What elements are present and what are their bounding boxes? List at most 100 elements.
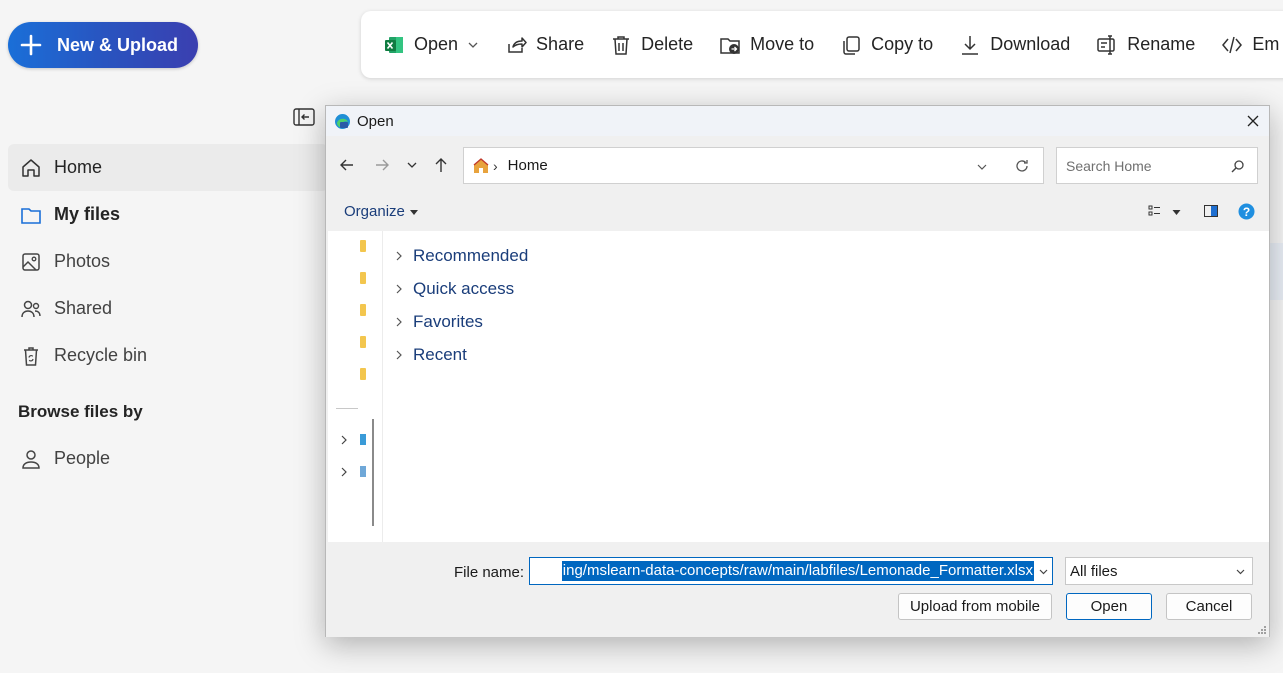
open-button[interactable]: Open — [1066, 593, 1152, 620]
folder-icon[interactable] — [360, 304, 366, 316]
back-icon[interactable] — [338, 156, 356, 174]
dialog-toolbar: Organize ? — [326, 194, 1269, 230]
location-tree: Recommended Quick access Favorites Recen… — [394, 239, 528, 371]
file-name-label: File name: — [454, 564, 525, 581]
nav-item-home[interactable]: Home — [8, 144, 328, 191]
rename-label: Rename — [1127, 34, 1196, 54]
recent-locations-icon[interactable] — [406, 156, 418, 174]
svg-text:?: ? — [1243, 205, 1250, 219]
dialog-footer: File name: ing/mslearn-data-concepts/raw… — [326, 542, 1269, 637]
organize-menu[interactable]: Organize — [344, 203, 418, 220]
new-upload-button[interactable]: New & Upload — [8, 22, 198, 68]
excel-icon — [385, 36, 403, 53]
share-button[interactable]: Share — [505, 34, 584, 56]
embed-button[interactable]: Em — [1221, 34, 1279, 56]
network-icon[interactable] — [360, 466, 366, 477]
drive-icon[interactable] — [360, 434, 366, 445]
forward-icon[interactable] — [373, 156, 391, 174]
left-nav: Home My files Photos Shared Recycle bin — [8, 144, 328, 379]
photos-icon — [22, 252, 40, 271]
selected-row-strip — [1268, 243, 1283, 300]
chevron-down-icon[interactable] — [976, 161, 988, 173]
chevron-right-icon — [396, 317, 402, 326]
share-label: Share — [536, 34, 585, 54]
organize-label: Organize — [344, 203, 405, 220]
open-button[interactable]: Open — [383, 34, 479, 56]
chevron-right-icon — [396, 251, 402, 260]
search-icon — [1231, 160, 1244, 173]
tree-label: Recent — [413, 344, 467, 364]
folder-icon — [21, 207, 41, 224]
rename-icon — [1097, 34, 1116, 55]
edge-browser-icon — [335, 113, 350, 129]
tree-item-favorites[interactable]: Favorites — [394, 305, 528, 338]
command-bar: Open Share Delete Move to Copy to Downlo… — [361, 11, 1283, 78]
copy-to-button[interactable]: Copy to — [840, 34, 933, 56]
person-icon — [22, 449, 40, 469]
view-options-icon[interactable] — [1148, 203, 1162, 219]
tree-item-quick-access[interactable]: Quick access — [394, 272, 528, 305]
folder-icon[interactable] — [360, 240, 366, 252]
browse-files-heading: Browse files by — [18, 402, 143, 421]
download-button[interactable]: Download — [959, 34, 1070, 56]
home-icon — [473, 157, 489, 173]
tree-label: Favorites — [413, 311, 483, 331]
chevron-down-icon — [1236, 569, 1245, 575]
open-dialog: Open › Home Search Home Organize ? Recom… — [325, 105, 1270, 637]
folder-icon[interactable] — [360, 368, 366, 380]
address-row: › Home Search Home — [326, 136, 1269, 194]
close-icon[interactable] — [1243, 111, 1263, 131]
cancel-button[interactable]: Cancel — [1166, 593, 1252, 620]
tree-item-recent[interactable]: Recent — [394, 338, 528, 371]
move-to-button[interactable]: Move to — [719, 34, 814, 56]
browse-section: People — [8, 435, 328, 482]
file-name-input[interactable]: ing/mslearn-data-concepts/raw/main/labfi… — [529, 557, 1053, 585]
nav-item-shared[interactable]: Shared — [8, 285, 328, 332]
open-label: Open — [414, 34, 459, 54]
preview-pane-icon[interactable] — [1203, 203, 1219, 219]
chevron-right-icon — [396, 350, 402, 359]
nav-label: People — [54, 448, 111, 468]
address-bar[interactable]: › Home — [463, 147, 1044, 184]
search-placeholder: Search Home — [1066, 157, 1152, 174]
nav-item-people[interactable]: People — [8, 435, 328, 482]
folder-icon[interactable] — [360, 272, 366, 284]
move-to-icon — [720, 37, 740, 54]
up-icon[interactable] — [432, 156, 450, 174]
delete-label: Delete — [641, 34, 694, 54]
breadcrumb-home[interactable]: Home — [508, 157, 548, 174]
nav-item-my-files[interactable]: My files — [8, 191, 328, 238]
chevron-down-icon[interactable] — [1038, 566, 1049, 577]
refresh-icon[interactable] — [1014, 158, 1030, 174]
nav-item-recycle-bin[interactable]: Recycle bin — [8, 332, 328, 379]
dialog-titlebar: Open — [326, 106, 1269, 136]
chevron-right-icon[interactable] — [339, 467, 349, 477]
pane-divider — [336, 408, 358, 409]
copy-icon — [843, 35, 860, 55]
embed-icon — [1222, 36, 1243, 53]
nav-pane-scrollbar[interactable] — [372, 419, 374, 526]
caret-down-icon[interactable] — [1172, 208, 1181, 216]
nav-item-photos[interactable]: Photos — [8, 238, 328, 285]
nav-label: Photos — [54, 251, 111, 271]
share-icon — [508, 36, 527, 53]
folder-icon[interactable] — [360, 336, 366, 348]
search-input[interactable]: Search Home — [1056, 147, 1258, 184]
new-upload-label: New & Upload — [57, 34, 179, 55]
delete-button[interactable]: Delete — [610, 34, 693, 56]
home-icon — [22, 158, 40, 177]
file-type-select[interactable]: All files — [1065, 557, 1253, 585]
caret-down-icon — [409, 209, 418, 215]
move-to-label: Move to — [750, 34, 815, 54]
help-icon[interactable]: ? — [1238, 203, 1255, 220]
copy-to-label: Copy to — [871, 34, 934, 54]
chevron-right-icon[interactable] — [339, 435, 349, 445]
nav-label: Shared — [54, 298, 113, 318]
collapse-pane-icon[interactable] — [292, 106, 316, 128]
tree-item-recommended[interactable]: Recommended — [394, 239, 528, 272]
resize-grip-icon[interactable] — [1257, 625, 1267, 635]
download-label: Download — [990, 34, 1071, 54]
upload-from-mobile-button[interactable]: Upload from mobile — [898, 593, 1052, 620]
tree-label: Recommended — [413, 245, 529, 265]
rename-button[interactable]: Rename — [1096, 34, 1195, 56]
